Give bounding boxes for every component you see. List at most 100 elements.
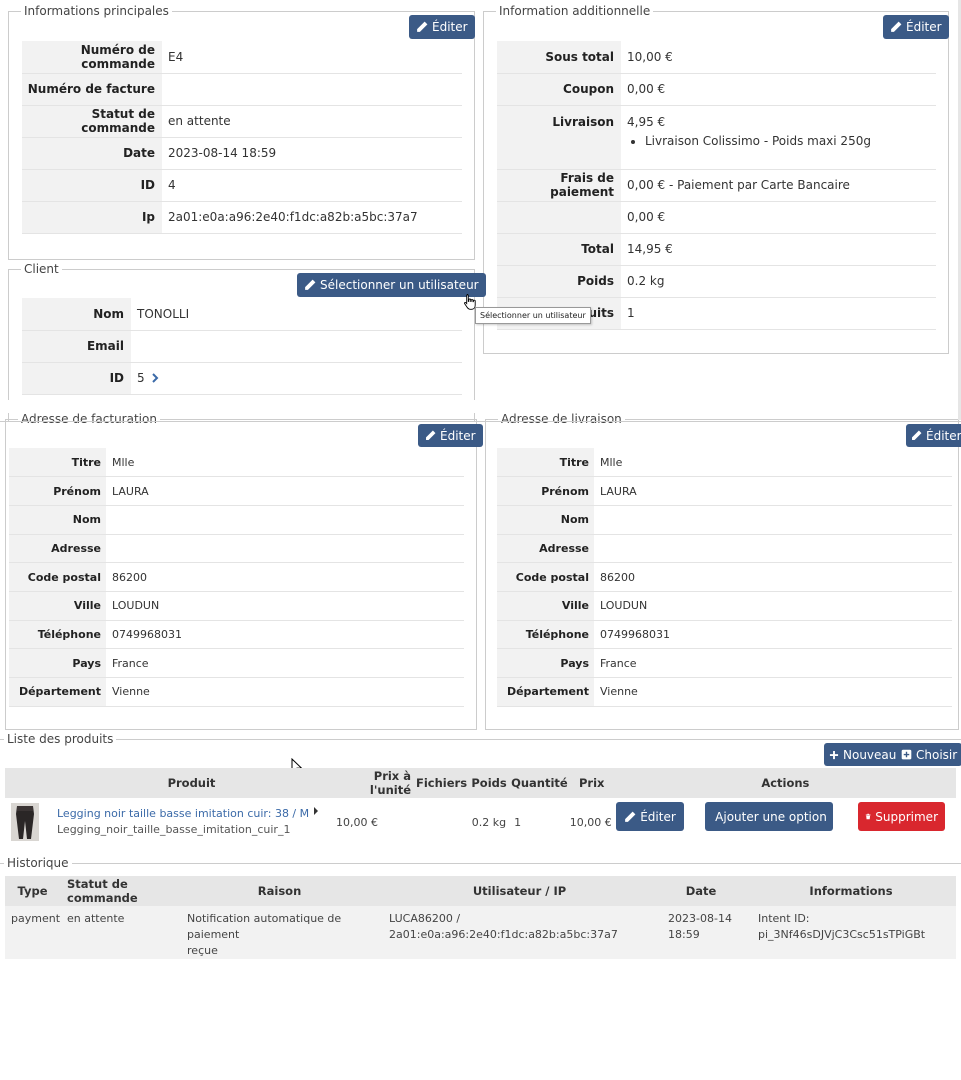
product-unit-price: 10,00 € [336,815,378,829]
additional-info-edit-button[interactable]: Éditer [883,15,949,39]
chevron-right-icon[interactable] [151,373,159,383]
plus-icon [829,750,839,760]
history-row: payment en attente Notification automati… [5,906,956,959]
billing-address-legend: Adresse de facturation [21,412,157,426]
history-table: Type Statut de commande Raison Utilisate… [5,876,956,959]
shipping-label: Département [497,677,594,707]
shipping-row: Département Vienne [497,677,952,707]
add-option-label: Ajouter une option [715,809,827,824]
product-price: 10,00 € [569,815,612,829]
pencil-icon [416,21,428,33]
history-reason-line2: reçue [187,944,218,957]
product-sku: Legging_noir_taille_basse_imitation_cuir… [57,823,291,836]
client-label: ID [22,362,131,395]
history-ip: 2a01:e0a:a96:2e40:f1dc:a82b:a5bc:37a7 [389,928,618,941]
billing-label: Titre [9,448,106,478]
choose-product-button[interactable]: Choisir [896,743,961,766]
additional-row-total: Total 14,95 € [497,233,936,266]
billing-value: 86200 [106,562,464,592]
client-label: Nom [22,298,131,331]
shipping-label: Adresse [497,534,594,564]
product-name-link[interactable]: Legging noir taille basse imitation cuir… [57,807,309,820]
shipping-row: Téléphone 0749968031 [497,620,952,650]
history-date-cell: 2023-08-14 18:59 [656,906,746,959]
shipping-method-item: Livraison Colissimo - Poids maxi 250g [645,132,935,150]
product-edit-button[interactable]: Éditer [616,802,684,831]
products-header-unit-price: Prix à l'unité [328,768,415,798]
main-info-value: 4 [162,169,462,202]
history-reason-line1: Notification automatique de paiement [187,912,342,941]
billing-value: 0749968031 [106,620,464,650]
shipping-label: Titre [497,448,594,478]
shipping-label: Code postal [497,562,594,592]
shipping-address-edit-label: Éditer [926,428,961,443]
new-product-label: Nouveau [843,747,897,762]
product-edit-label: Éditer [640,809,676,824]
additional-label: Coupon [497,73,621,106]
additional-value: 1 [621,297,936,330]
billing-label: Nom [9,505,106,535]
billing-row: Nom [9,505,464,535]
billing-row: Téléphone 0749968031 [9,620,464,650]
main-info-table: Numéro de commande E4 Numéro de facture S… [22,41,462,234]
client-label: Email [22,330,131,363]
billing-value: Mlle [106,448,464,478]
history-header-type: Type [5,876,61,906]
main-info-value: E4 [162,41,462,74]
client-id-cell: 5 [131,362,462,395]
chevron-right-icon[interactable] [313,807,319,815]
history-info-cell: Intent ID: pi_3Nf46sDJVjC3Csc51sTPiGBt [746,906,956,959]
shipping-value [594,534,952,564]
history-header-user-ip: Utilisateur / IP [383,876,657,906]
products-header-image [5,768,55,798]
main-info-row-id: ID 4 [22,169,462,202]
main-info-value: 2a01:e0a:a96:2e40:f1dc:a82b:a5bc:37a7 [162,201,462,234]
pencil-icon [425,430,436,441]
products-header-files: Fichiers [415,768,469,798]
billing-label: Pays [9,648,106,678]
main-info-edit-button[interactable]: Éditer [409,15,475,39]
shipping-row: Ville LOUDUN [497,591,952,621]
plus-square-icon [901,749,912,760]
history-type: payment [11,912,61,925]
delete-product-label: Supprimer [875,809,938,824]
additional-value: 10,00 € [621,41,936,74]
additional-label [497,201,621,234]
client-value [131,330,462,363]
shipping-row: Nom [497,505,952,535]
main-info-row-order-number: Numéro de commande E4 [22,41,462,74]
shipping-address-edit-button[interactable]: Éditer [906,424,961,447]
billing-label: Ville [9,591,106,621]
product-files [415,798,468,846]
add-option-button[interactable]: Ajouter une option [705,802,833,831]
additional-row-payment-fee: Frais de paiement 0,00 € - Paiement par C… [497,169,936,202]
delete-product-button[interactable]: Supprimer [858,802,945,831]
products-header-quantity: Quantité [510,768,569,798]
product-weight: 0.2 kg [471,815,507,829]
shipping-value: 0749968031 [594,620,952,650]
select-user-button[interactable]: Sélectionner un utilisateur [297,273,486,297]
history-info-value: pi_3Nf46sDJVjC3Csc51sTPiGBt [758,928,926,941]
billing-value: Vienne [106,677,464,707]
additional-label: Sous total [497,41,621,74]
main-info-value: 2023-08-14 18:59 [162,137,462,170]
additional-label: Livraison [497,105,621,170]
billing-edit-button[interactable]: Éditer [418,424,483,447]
shipping-row: Prénom LAURA [497,476,952,506]
shipping-label: Ville [497,591,594,621]
new-product-button[interactable]: Nouveau [824,743,902,766]
billing-value: France [106,648,464,678]
history-header-info: Informations [746,876,956,906]
products-header-row: Produit Prix à l'unité Fichiers Poids Qu… [5,768,956,798]
history-header-reason: Raison [176,876,384,906]
main-info-value [162,73,462,106]
shipping-value: LAURA [594,476,952,506]
shipping-value: 86200 [594,562,952,592]
history-header-row: Type Statut de commande Raison Utilisate… [5,876,956,906]
shipping-row: Titre Mlle [497,448,952,478]
product-thumbnail[interactable] [11,803,39,841]
additional-value: 4,95 € [627,114,666,129]
additional-label: Frais de paiement [497,169,621,202]
products-legend: Liste des produits [7,732,114,746]
client-row-name: Nom TONOLLI [22,298,462,331]
